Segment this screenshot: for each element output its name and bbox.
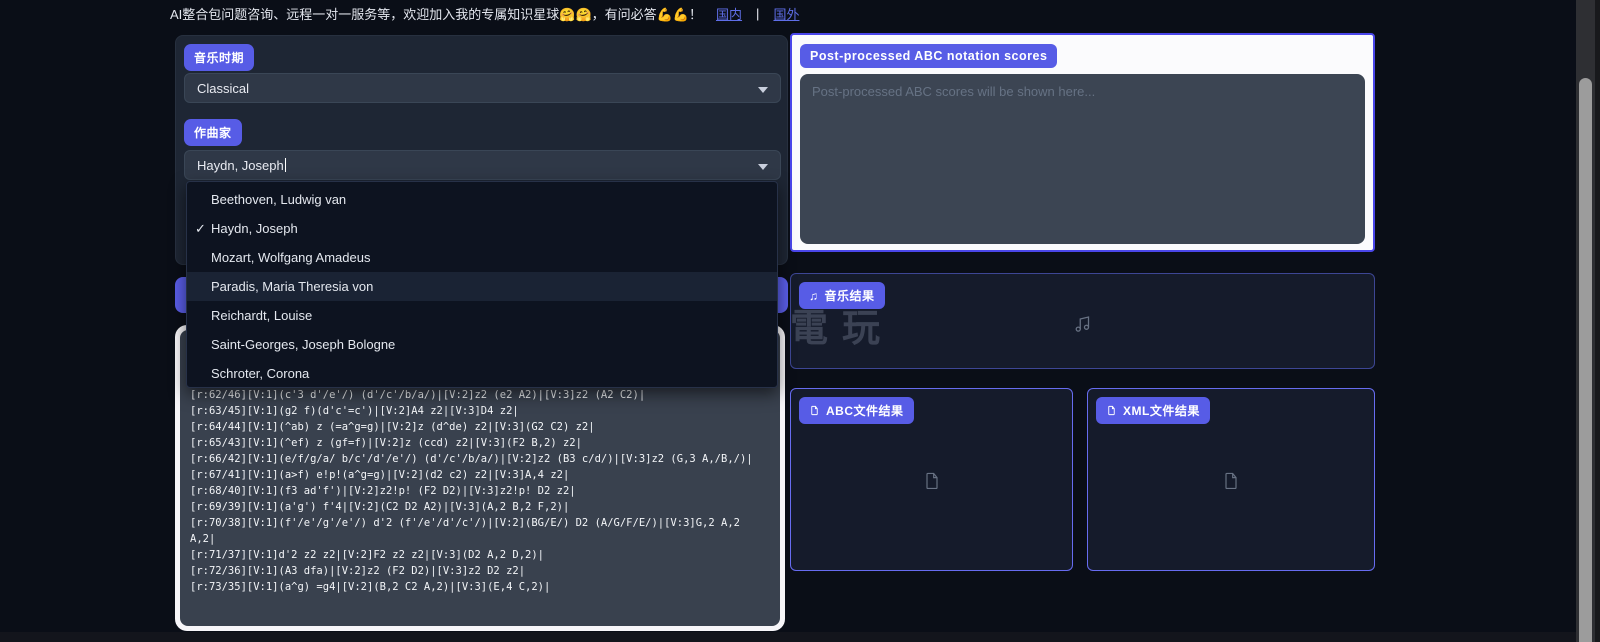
announcement-bar: AI整合包问题咨询、远程一对一服务等，欢迎加入我的专属知识星球🤗🤗，有问必答💪💪… — [170, 4, 799, 23]
composer-option-label: Beethoven, Ludwig van — [211, 192, 346, 207]
composer-option[interactable]: ✓ Reichardt, Louise — [187, 301, 777, 330]
composer-value: Haydn, Joseph — [197, 158, 284, 173]
text-cursor — [285, 158, 286, 172]
music-result-title-badge: ♫ 音乐结果 — [799, 282, 885, 309]
link-overseas[interactable]: 国外 — [773, 4, 799, 23]
music-note-placeholder-icon — [1072, 313, 1094, 335]
file-placeholder-icon — [922, 468, 942, 492]
composer-option-label: Haydn, Joseph — [211, 221, 298, 236]
composer-input[interactable]: Haydn, Joseph — [184, 150, 781, 180]
xml-file-title: XML文件结果 — [1123, 402, 1200, 419]
composer-option[interactable]: ✓ Beethoven, Ludwig van — [187, 185, 777, 214]
horizontal-scrollbar-track[interactable] — [0, 632, 1576, 642]
file-icon — [1106, 404, 1117, 417]
scrollbar-track[interactable] — [1576, 0, 1600, 642]
composer-option[interactable]: ✓ Haydn, Joseph — [187, 214, 777, 243]
period-label-badge: 音乐时期 — [184, 44, 254, 71]
link-domestic[interactable]: 国内 — [716, 4, 742, 23]
abc-file-panel: ABC文件结果 — [790, 388, 1073, 571]
file-icon — [809, 404, 820, 417]
chevron-down-icon — [758, 87, 768, 93]
composer-option-label: Saint-Georges, Joseph Bologne — [211, 337, 395, 352]
abc-file-title-badge: ABC文件结果 — [799, 397, 914, 424]
composer-option[interactable]: ✓ Saint-Georges, Joseph Bologne — [187, 330, 777, 359]
scrollbar-thumb[interactable] — [1579, 78, 1592, 642]
period-select[interactable]: Classical — [184, 73, 781, 103]
app-window: AI整合包问题咨询、远程一对一服务等，欢迎加入我的专属知识星球🤗🤗，有问必答💪💪… — [0, 0, 1600, 642]
link-separator: | — [756, 6, 759, 21]
composer-option[interactable]: ✓ Mozart, Wolfgang Amadeus — [187, 243, 777, 272]
post-processed-title-badge: Post-processed ABC notation scores — [800, 44, 1057, 68]
composer-option-label: Mozart, Wolfgang Amadeus — [211, 250, 370, 265]
post-processed-placeholder: Post-processed ABC scores will be shown … — [812, 84, 1095, 99]
xml-file-title-badge: XML文件结果 — [1096, 397, 1210, 424]
file-placeholder-icon — [1221, 468, 1241, 492]
composer-option-label: Schroter, Corona — [211, 366, 309, 381]
composer-dropdown-list: ✓ Beethoven, Ludwig van ✓ Haydn, Joseph … — [186, 181, 778, 388]
checkmark-icon: ✓ — [195, 214, 206, 243]
post-processed-textarea[interactable]: Post-processed ABC scores will be shown … — [800, 74, 1365, 244]
chevron-down-icon — [758, 164, 768, 170]
post-processed-panel: Post-processed ABC notation scores Post-… — [790, 33, 1375, 252]
composer-option-label: Paradis, Maria Theresia von — [211, 279, 373, 294]
announcement-text: AI整合包问题咨询、远程一对一服务等，欢迎加入我的专属知识星球🤗🤗，有问必答💪💪… — [170, 4, 702, 23]
period-value: Classical — [197, 81, 249, 96]
composer-label-badge: 作曲家 — [184, 119, 242, 146]
music-note-icon: ♫ — [809, 289, 819, 303]
abc-file-title: ABC文件结果 — [826, 402, 904, 419]
composer-option-label: Reichardt, Louise — [211, 308, 312, 323]
composer-option[interactable]: ✓ Schroter, Corona — [187, 359, 777, 388]
music-result-panel: ♫ 音乐结果 — [790, 273, 1375, 369]
composer-option[interactable]: ✓ Paradis, Maria Theresia von — [187, 272, 777, 301]
music-result-title: 音乐结果 — [825, 287, 875, 304]
xml-file-panel: XML文件结果 — [1087, 388, 1375, 571]
